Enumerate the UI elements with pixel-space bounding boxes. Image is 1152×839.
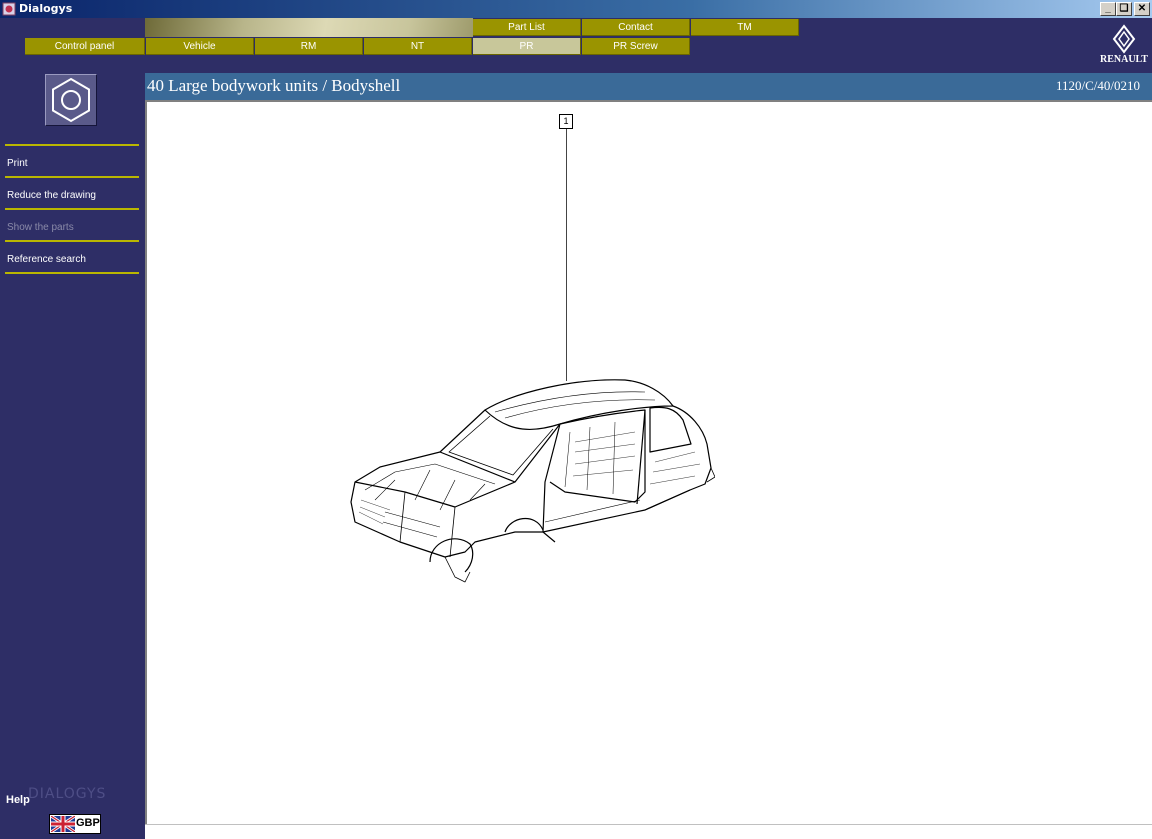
status-strip [145, 824, 1152, 839]
part-callout[interactable]: 1 [559, 114, 573, 129]
tab-rm[interactable]: RM [255, 38, 363, 55]
sidebar-item-print[interactable]: Print [7, 158, 28, 169]
callout-leader-line [566, 129, 567, 381]
tab-nt[interactable]: NT [364, 38, 472, 55]
tab-control-panel[interactable]: Control panel [25, 38, 145, 55]
sidebar-separator [5, 208, 139, 210]
hex-nut-icon [52, 77, 90, 123]
sidebar-separator [5, 240, 139, 242]
tab-tm[interactable]: TM [691, 19, 799, 36]
currency-code: GBP [76, 817, 100, 829]
sidebar-separator [5, 176, 139, 178]
tab-part-list[interactable]: Part List [473, 19, 581, 36]
bodyshell-drawing[interactable] [345, 372, 715, 587]
tab-pr[interactable]: PR [473, 38, 581, 55]
dialogys-watermark: DIALOGYS [28, 786, 107, 802]
sidebar-item-show-parts: Show the parts [7, 222, 74, 233]
currency-selector[interactable]: GBP [49, 814, 101, 834]
sidebar-separator [5, 272, 139, 274]
nav-decoration [145, 18, 473, 37]
tab-contact[interactable]: Contact [582, 19, 690, 36]
page-title: 40 Large bodywork units / Bodyshell [147, 76, 401, 95]
renault-logo: RENAULT [1096, 24, 1152, 68]
drawing-area[interactable]: 1 [145, 100, 1152, 835]
close-button[interactable]: ✕ [1134, 2, 1150, 16]
restore-button[interactable]: ❏ [1116, 2, 1132, 16]
tab-pr-screw[interactable]: PR Screw [582, 38, 690, 55]
window-title: Dialogys [19, 2, 73, 15]
renault-wordmark: RENAULT [1100, 54, 1148, 65]
section-heading: 40 Large bodywork units / Bodyshell 1120… [145, 73, 1152, 100]
renault-diamond-icon [1112, 24, 1136, 54]
sidebar: Print Reduce the drawing Show the parts … [0, 68, 145, 839]
help-link[interactable]: Help [6, 794, 30, 806]
sidebar-item-reduce-drawing[interactable]: Reduce the drawing [7, 190, 96, 201]
parts-module-icon [45, 74, 97, 126]
drawing-reference: 1120/C/40/0210 [1055, 78, 1140, 93]
minimize-button[interactable]: _ [1100, 2, 1116, 16]
uk-flag-icon [51, 816, 75, 832]
tab-vehicle[interactable]: Vehicle [146, 38, 254, 55]
sidebar-separator [5, 144, 139, 146]
dialogys-app-icon [2, 2, 16, 16]
title-bar: Dialogys _ ❏ ✕ [0, 0, 1152, 18]
sidebar-item-reference-search[interactable]: Reference search [7, 254, 86, 265]
